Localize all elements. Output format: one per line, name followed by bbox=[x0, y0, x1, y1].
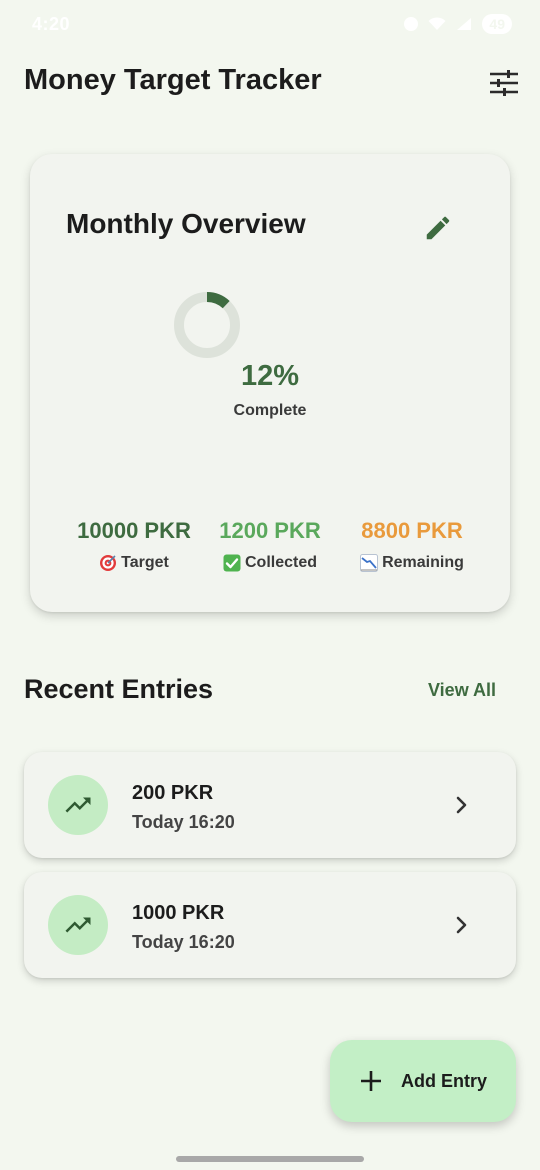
chevron-right-icon bbox=[456, 796, 467, 814]
view-all-link[interactable]: View All bbox=[428, 680, 496, 701]
overview-title: Monthly Overview bbox=[66, 208, 306, 239]
target-icon bbox=[100, 555, 117, 571]
entry-card[interactable]: 1000 PKR Today 16:20 bbox=[24, 872, 516, 978]
stat-remaining-label-row: Remaining bbox=[342, 554, 482, 572]
entry-icon-badge bbox=[48, 895, 108, 955]
entry-amount: 200 PKR bbox=[132, 782, 214, 804]
pencil-icon bbox=[426, 216, 450, 240]
entry-icon-badge bbox=[48, 775, 108, 835]
tune-icon bbox=[490, 70, 518, 96]
progress-percent: 12% bbox=[240, 360, 300, 392]
battery-level: 49 bbox=[482, 14, 512, 34]
trending-up-icon bbox=[65, 917, 91, 933]
page-title: Money Target Tracker bbox=[24, 64, 322, 96]
entry-card[interactable]: 200 PKR Today 16:20 bbox=[24, 752, 516, 858]
stat-collected-label-row: Collected bbox=[208, 554, 332, 572]
status-time: 4:20 bbox=[32, 14, 71, 34]
signal-icon bbox=[457, 18, 472, 30]
recent-entries-title: Recent Entries bbox=[24, 674, 214, 704]
check-mark-icon bbox=[223, 554, 241, 572]
stat-collected-label: Collected bbox=[244, 554, 317, 571]
notification-dot-icon bbox=[404, 17, 419, 31]
progress-label: Complete bbox=[233, 402, 307, 419]
status-icons: 49 bbox=[404, 14, 512, 34]
stat-target-label: Target bbox=[121, 554, 169, 571]
stat-collected: 1200 PKR Collected bbox=[208, 518, 332, 572]
home-indicator[interactable] bbox=[176, 1156, 364, 1162]
stat-target: 10000 PKR Target bbox=[68, 518, 200, 572]
stat-remaining-value: 8800 PKR bbox=[361, 518, 463, 543]
add-entry-label: Add Entry bbox=[400, 1070, 487, 1091]
chevron-right-icon bbox=[456, 916, 467, 934]
plus-icon bbox=[360, 1071, 381, 1091]
wifi-icon bbox=[428, 17, 446, 30]
entry-time: Today 16:20 bbox=[132, 932, 235, 952]
stat-target-label-row: Target bbox=[68, 554, 200, 572]
edit-target-button[interactable] bbox=[418, 208, 458, 248]
stat-collected-value: 1200 PKR bbox=[219, 518, 321, 543]
chart-decreasing-icon bbox=[360, 554, 379, 572]
stat-remaining: 8800 PKR Remaining bbox=[342, 518, 482, 572]
entry-amount: 1000 PKR bbox=[132, 902, 225, 924]
add-entry-button[interactable]: Add Entry bbox=[330, 1040, 516, 1122]
trending-up-icon bbox=[65, 797, 91, 813]
entry-time: Today 16:20 bbox=[132, 812, 235, 832]
progress-ring bbox=[174, 292, 240, 358]
filter-button[interactable] bbox=[486, 66, 522, 100]
stat-remaining-label: Remaining bbox=[382, 554, 464, 571]
stat-target-value: 10000 PKR bbox=[77, 518, 191, 543]
monthly-overview-card: Monthly Overview 12% Complete 10000 PKR … bbox=[30, 154, 510, 612]
status-bar: 4:20 49 bbox=[0, 0, 540, 52]
